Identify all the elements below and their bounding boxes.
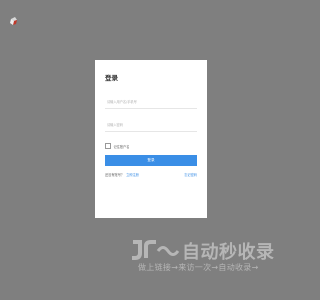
watermark: 自动秒收录 做上链接→来访一次→自动收录→ xyxy=(130,236,280,276)
remember-label: 记住账户名 xyxy=(113,144,130,149)
bird-logo-icon xyxy=(8,12,20,25)
page-title: 登录 xyxy=(105,74,118,82)
remember-checkbox[interactable] xyxy=(105,143,111,149)
login-button[interactable]: 登录 xyxy=(105,155,197,166)
login-footer: 还没有账号？ 立即注册 忘记密码 xyxy=(105,172,197,177)
password-input[interactable] xyxy=(105,119,199,130)
jr-logo-icon xyxy=(132,240,180,260)
login-card: 登录 记住账户名 登录 还没有账号？立即注册 忘记密码 xyxy=(95,60,207,218)
username-field-wrap xyxy=(105,96,199,109)
password-field-wrap xyxy=(105,119,199,132)
watermark-subtitle: 做上链接→来访一次→自动收录→ xyxy=(138,263,259,272)
watermark-title: 自动秒收录 xyxy=(182,242,275,263)
register-link[interactable]: 立即注册 xyxy=(126,173,139,177)
no-account-text: 还没有账号？ xyxy=(105,173,125,177)
remember-row: 记住账户名 xyxy=(105,142,197,150)
username-input[interactable] xyxy=(105,96,199,107)
register-prompt: 还没有账号？ 立即注册 xyxy=(105,172,139,177)
forgot-password-link[interactable]: 忘记密码 xyxy=(184,172,197,177)
